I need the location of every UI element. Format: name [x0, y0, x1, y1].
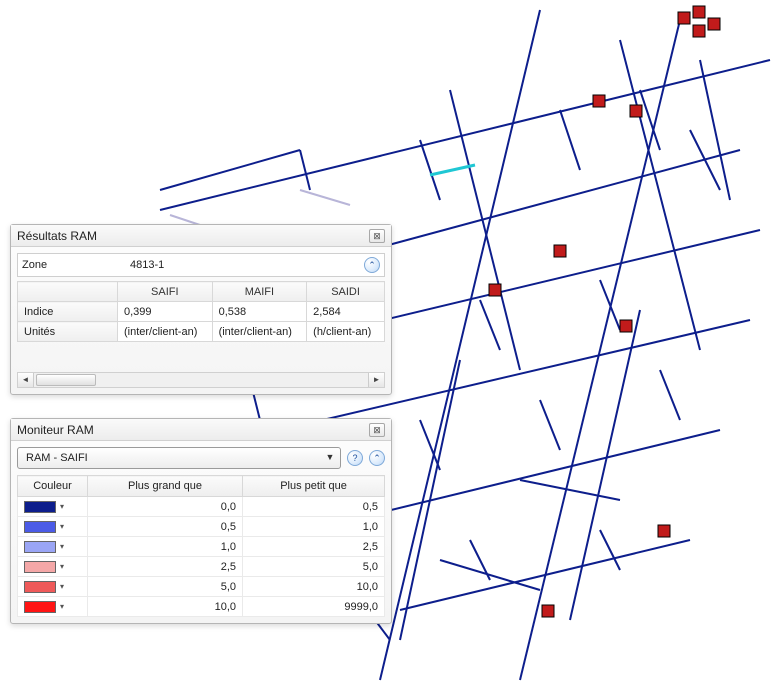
- col-less[interactable]: Plus petit que: [243, 476, 385, 497]
- legend-greater[interactable]: 0,5: [88, 517, 243, 537]
- col-maifi[interactable]: MAIFI: [212, 282, 307, 302]
- chevron-down-icon[interactable]: ▾: [60, 582, 64, 591]
- scroll-left-icon[interactable]: ◄: [18, 373, 34, 387]
- legend-greater[interactable]: 10,0: [88, 597, 243, 617]
- legend-color-cell[interactable]: ▾: [18, 537, 88, 557]
- monitor-panel-title: Moniteur RAM: [17, 423, 94, 437]
- scroll-right-icon[interactable]: ►: [368, 373, 384, 387]
- table-row: Unités (inter/client-an) (inter/client-a…: [18, 322, 385, 342]
- chevron-down-icon: ▼: [324, 452, 336, 464]
- table-row: Indice 0,399 0,538 2,584: [18, 302, 385, 322]
- close-icon[interactable]: ⊠: [369, 423, 385, 437]
- color-swatch[interactable]: [24, 581, 56, 593]
- legend-row: ▾ 0,00,5: [18, 497, 385, 517]
- row-header: Indice: [18, 302, 118, 322]
- help-icon[interactable]: ?: [347, 450, 363, 466]
- legend-row: ▾ 1,02,5: [18, 537, 385, 557]
- col-saidi[interactable]: SAIDI: [307, 282, 385, 302]
- legend-color-cell[interactable]: ▾: [18, 557, 88, 577]
- legend-less[interactable]: 0,5: [243, 497, 385, 517]
- chevron-down-icon[interactable]: ▾: [60, 502, 64, 511]
- zone-value: 4813-1: [130, 259, 356, 271]
- color-swatch[interactable]: [24, 541, 56, 553]
- legend-less[interactable]: 5,0: [243, 557, 385, 577]
- color-swatch[interactable]: [24, 601, 56, 613]
- results-panel-title: Résultats RAM: [17, 229, 97, 243]
- table-header-row: SAIFI MAIFI SAIDI: [18, 282, 385, 302]
- legend-color-cell[interactable]: ▾: [18, 517, 88, 537]
- color-swatch[interactable]: [24, 521, 56, 533]
- legend-row: ▾ 10,09999,0: [18, 597, 385, 617]
- zone-row: Zone 4813-1 ⌃: [17, 253, 385, 277]
- horizontal-scrollbar[interactable]: ◄ ►: [17, 372, 385, 388]
- cell: (inter/client-an): [118, 322, 213, 342]
- legend-row: ▾ 0,51,0: [18, 517, 385, 537]
- cell: 0,538: [212, 302, 307, 322]
- close-icon[interactable]: ⊠: [369, 229, 385, 243]
- collapse-icon[interactable]: ⌃: [369, 450, 385, 466]
- cell: (h/client-an): [307, 322, 385, 342]
- legend-greater[interactable]: 5,0: [88, 577, 243, 597]
- collapse-icon[interactable]: ⌃: [364, 257, 380, 273]
- zone-label: Zone: [22, 259, 122, 271]
- cell: (inter/client-an): [212, 322, 307, 342]
- color-swatch[interactable]: [24, 501, 56, 513]
- legend-header-row: Couleur Plus grand que Plus petit que: [18, 476, 385, 497]
- legend-color-cell[interactable]: ▾: [18, 577, 88, 597]
- monitor-panel: Moniteur RAM ⊠ RAM - SAIFI ▼ ? ⌃ Couleur…: [10, 418, 392, 624]
- cell: 0,399: [118, 302, 213, 322]
- legend-greater[interactable]: 1,0: [88, 537, 243, 557]
- dropdown-value: RAM - SAIFI: [26, 452, 324, 464]
- chevron-down-icon[interactable]: ▾: [60, 562, 64, 571]
- chevron-down-icon[interactable]: ▾: [60, 542, 64, 551]
- scroll-thumb[interactable]: [36, 374, 96, 386]
- legend-color-cell[interactable]: ▾: [18, 497, 88, 517]
- legend-table: Couleur Plus grand que Plus petit que ▾ 0…: [17, 475, 385, 617]
- col-saifi[interactable]: SAIFI: [118, 282, 213, 302]
- cell: 2,584: [307, 302, 385, 322]
- monitor-panel-header[interactable]: Moniteur RAM ⊠: [11, 419, 391, 441]
- color-swatch[interactable]: [24, 561, 56, 573]
- metric-dropdown[interactable]: RAM - SAIFI ▼: [17, 447, 341, 469]
- legend-less[interactable]: 1,0: [243, 517, 385, 537]
- legend-row: ▾ 2,55,0: [18, 557, 385, 577]
- legend-less[interactable]: 9999,0: [243, 597, 385, 617]
- results-table: SAIFI MAIFI SAIDI Indice 0,399 0,538 2,5…: [17, 281, 385, 342]
- legend-color-cell[interactable]: ▾: [18, 597, 88, 617]
- legend-greater[interactable]: 2,5: [88, 557, 243, 577]
- row-header: Unités: [18, 322, 118, 342]
- legend-less[interactable]: 10,0: [243, 577, 385, 597]
- chevron-down-icon[interactable]: ▾: [60, 522, 64, 531]
- chevron-down-icon[interactable]: ▾: [60, 602, 64, 611]
- col-greater[interactable]: Plus grand que: [88, 476, 243, 497]
- col-color[interactable]: Couleur: [18, 476, 88, 497]
- legend-greater[interactable]: 0,0: [88, 497, 243, 517]
- legend-less[interactable]: 2,5: [243, 537, 385, 557]
- results-panel: Résultats RAM ⊠ Zone 4813-1 ⌃ SAIFI MAIF…: [10, 224, 392, 395]
- legend-row: ▾ 5,010,0: [18, 577, 385, 597]
- results-panel-header[interactable]: Résultats RAM ⊠: [11, 225, 391, 247]
